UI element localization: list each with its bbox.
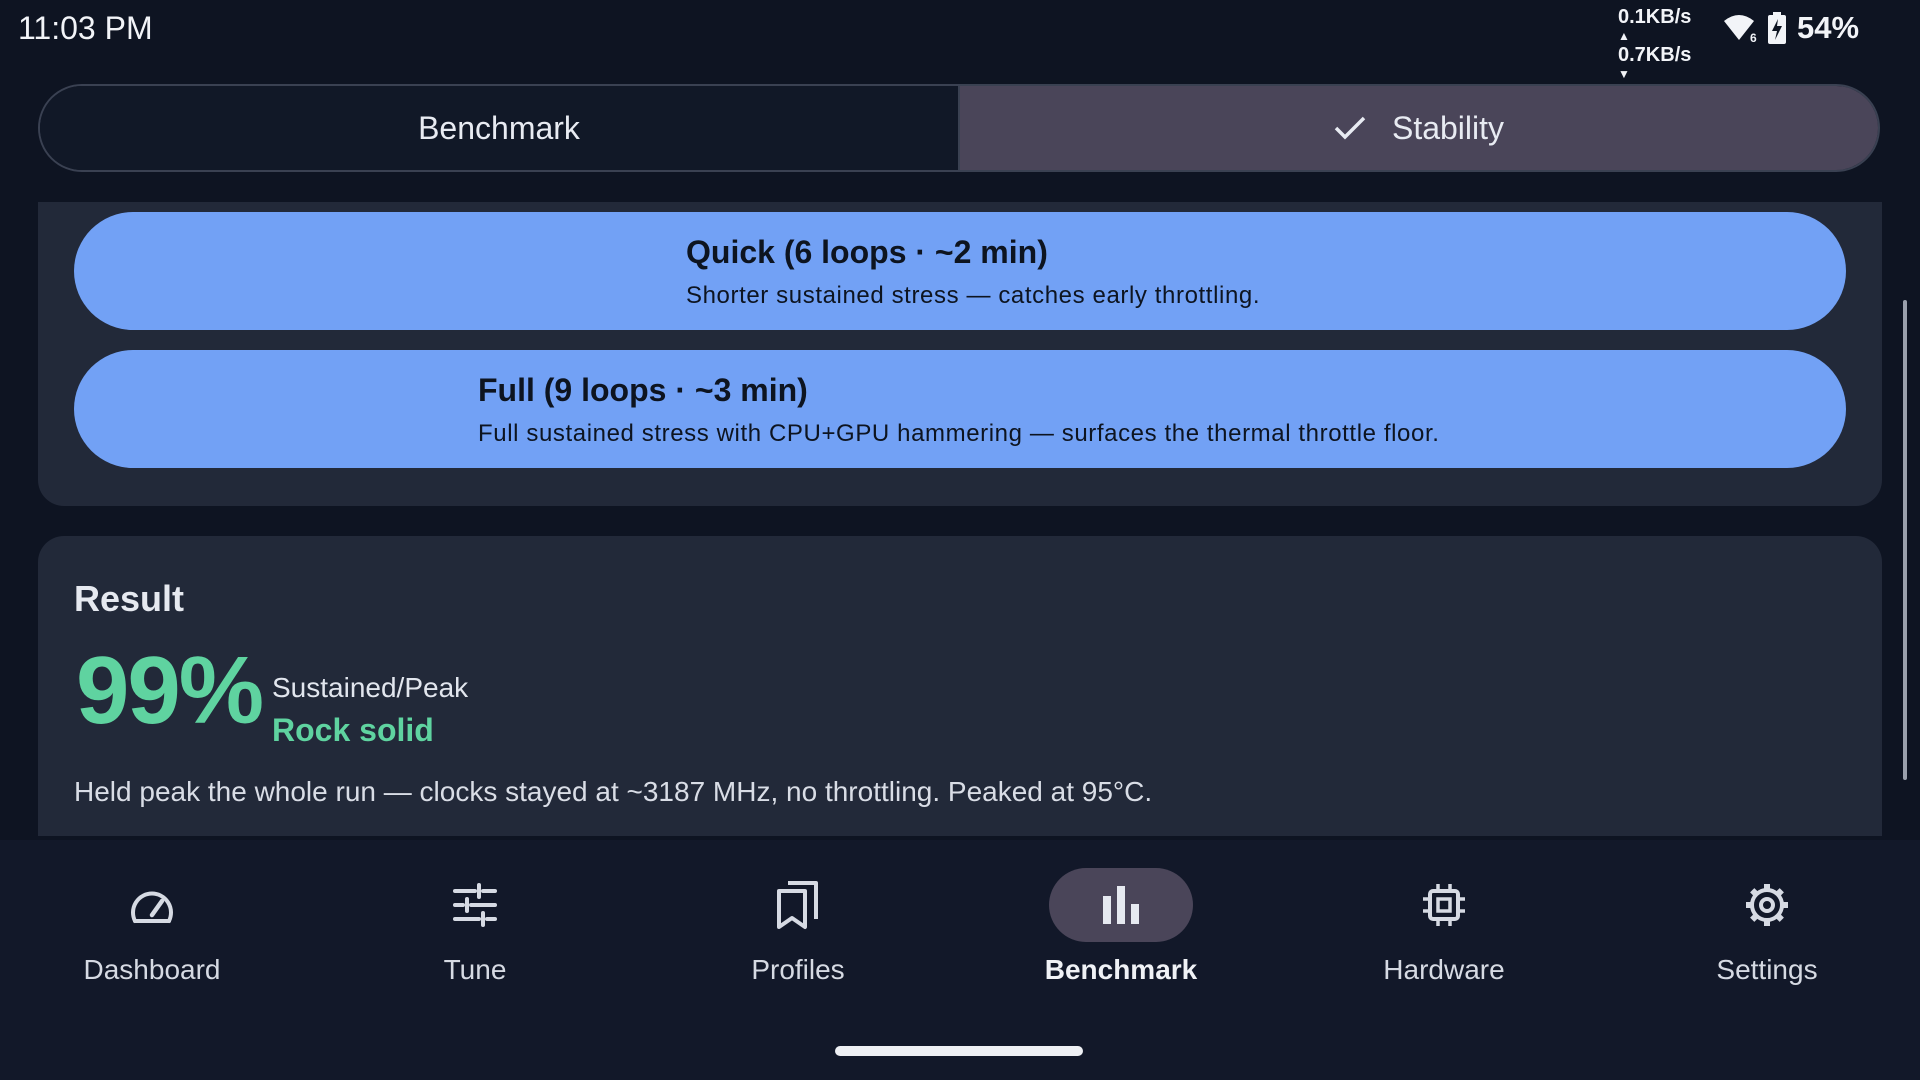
nav-tune[interactable]: Tune (355, 868, 595, 998)
status-time: 11:03 PM (18, 10, 153, 46)
nav-dashboard[interactable]: Dashboard (32, 868, 272, 998)
battery-percentage: 54% (1797, 10, 1860, 45)
result-label: Sustained/Peak (272, 672, 469, 703)
nav-benchmark[interactable]: Benchmark (1001, 868, 1241, 998)
full-test-button[interactable]: Full (9 loops · ~3 min) Full sustained s… (74, 350, 1846, 468)
scrollbar[interactable] (1903, 300, 1907, 780)
nav-profiles-label: Profiles (751, 954, 845, 985)
tab-benchmark[interactable]: Benchmark (40, 86, 960, 170)
result-heading: Result (74, 578, 185, 619)
network-badge: 6 (1750, 31, 1757, 44)
tab-stability-label: Stability (1391, 109, 1505, 146)
result-verdict: Rock solid (272, 712, 434, 748)
check-icon (1334, 116, 1366, 140)
nav-settings[interactable]: Settings (1647, 868, 1887, 998)
quick-test-description: Shorter sustained stress — catches early… (686, 282, 1261, 309)
nav-hardware[interactable]: Hardware (1324, 868, 1564, 998)
nav-settings-label: Settings (1716, 954, 1818, 985)
nav-hardware-label: Hardware (1383, 954, 1505, 985)
sliders-icon (453, 883, 497, 927)
mode-toggle: Benchmark Stability (38, 84, 1880, 172)
chip-icon (1423, 884, 1465, 926)
result-value: 99% (76, 637, 264, 744)
download-speed: 0.7KB/s ▼ (1618, 45, 1691, 84)
upload-speed: 0.1KB/s ▲ (1618, 7, 1691, 46)
result-card: Result 99% Sustained/Peak Rock solid Hel… (38, 536, 1882, 836)
status-bar: 11:03 PM 0.1KB/s ▲ 0.7KB/s ▼ 6 54% (0, 0, 1920, 81)
full-test-description: Full sustained stress with CPU+GPU hamme… (478, 420, 1440, 447)
bar-chart-icon (1103, 886, 1139, 924)
full-test-title: Full (9 loops · ~3 min) (478, 372, 808, 408)
quick-test-button[interactable]: Quick (6 loops · ~2 min) Shorter sustain… (74, 212, 1846, 330)
tab-stability[interactable]: Stability (960, 86, 1878, 170)
download-arrow-icon: ▼ (1618, 67, 1630, 81)
quick-test-title: Quick (6 loops · ~2 min) (686, 234, 1048, 270)
nav-tune-label: Tune (443, 954, 507, 985)
nav-dashboard-label: Dashboard (83, 954, 221, 985)
result-description: Held peak the whole run — clocks stayed … (74, 776, 1153, 807)
nav-profiles[interactable]: Profiles (678, 868, 918, 998)
wifi-icon: 6 (1724, 15, 1757, 44)
test-options-panel: Quick (6 loops · ~2 min) Shorter sustain… (38, 202, 1882, 506)
nav-benchmark-label: Benchmark (1044, 954, 1198, 985)
network-speed: 0.1KB/s ▲ 0.7KB/s ▼ (1618, 7, 1691, 84)
tab-benchmark-label: Benchmark (418, 109, 580, 146)
gauge-icon (131, 891, 173, 923)
battery-charging-icon (1768, 12, 1786, 44)
gear-icon (1746, 884, 1788, 926)
home-indicator[interactable] (835, 1046, 1083, 1056)
bottom-navigation: Dashboard Tune Profiles Benchmark Hardwa… (0, 840, 1920, 1080)
bookmarks-icon (777, 881, 818, 929)
